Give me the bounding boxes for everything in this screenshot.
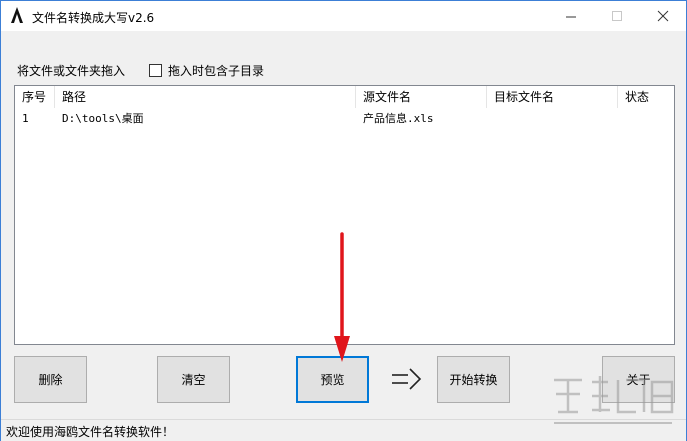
minimize-icon bbox=[565, 16, 576, 17]
column-header-target-name[interactable]: 目标文件名 bbox=[487, 86, 618, 108]
app-logo-icon bbox=[11, 7, 23, 23]
clear-button[interactable]: 清空 bbox=[157, 356, 230, 403]
maximize-icon bbox=[611, 10, 622, 21]
close-icon bbox=[657, 10, 669, 22]
column-header-status[interactable]: 状态 bbox=[618, 86, 674, 108]
close-button[interactable] bbox=[640, 1, 686, 31]
list-item[interactable]: 1 D:\tools\桌面 产品信息.xls bbox=[15, 110, 674, 128]
cell-status bbox=[618, 110, 674, 128]
window-title: 文件名转换成大写v2.6 bbox=[32, 11, 155, 25]
cell-target-name bbox=[487, 110, 618, 128]
arrow-right-icon bbox=[392, 368, 422, 390]
cell-index: 1 bbox=[22, 112, 29, 125]
title-bar[interactable]: 文件名转换成大写v2.6 bbox=[1, 1, 686, 31]
include-subdirs-checkbox[interactable] bbox=[149, 64, 162, 77]
watermark-logo-icon bbox=[554, 376, 674, 424]
maximize-button[interactable] bbox=[594, 1, 640, 31]
cell-source-name: 产品信息.xls bbox=[363, 112, 434, 125]
start-convert-button[interactable]: 开始转换 bbox=[437, 356, 510, 403]
include-subdirs-label: 拖入时包含子目录 bbox=[168, 64, 265, 78]
list-header: 序号 路径 源文件名 目标文件名 状态 bbox=[15, 86, 674, 108]
drop-instruction-label: 将文件或文件夹拖入 bbox=[17, 64, 126, 78]
column-header-source-name[interactable]: 源文件名 bbox=[356, 86, 487, 108]
status-message: 欢迎使用海鸥文件名转换软件！ bbox=[6, 425, 175, 439]
cell-path: D:\tools\桌面 bbox=[62, 112, 144, 125]
minimize-button[interactable] bbox=[548, 1, 594, 31]
column-header-path[interactable]: 路径 bbox=[55, 86, 356, 108]
annotation-arrow-icon bbox=[334, 232, 350, 362]
include-subdirs-option[interactable]: 拖入时包含子目录 bbox=[149, 62, 264, 79]
delete-button[interactable]: 删除 bbox=[14, 356, 87, 403]
column-header-index[interactable]: 序号 bbox=[15, 86, 55, 108]
